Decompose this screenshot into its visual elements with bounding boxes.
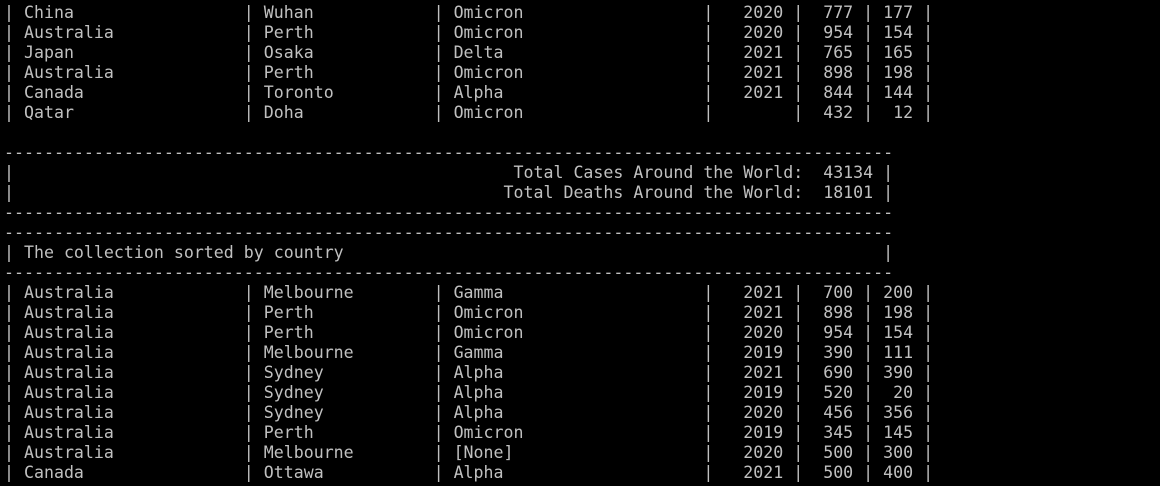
table-row: | Australia | Perth | Omicron | 2021 | 8…	[4, 303, 934, 322]
table-row: | Canada | Ottawa | Alpha | 2021 | 500 |…	[4, 463, 934, 482]
separator-line: ----------------------------------------…	[4, 143, 894, 162]
separator-line: ----------------------------------------…	[4, 223, 894, 242]
table-row: | Australia | Perth | Omicron | 2020 | 9…	[4, 323, 934, 342]
table-row: | Australia | Sydney | Alpha | 2019 | 52…	[4, 383, 934, 402]
total-cases-row: | Total Cases Around the World: 43134 |	[4, 163, 894, 182]
total-deaths-row: | Total Deaths Around the World: 18101 |	[4, 183, 894, 202]
table-row: | Australia | Melbourne | Gamma | 2021 |…	[4, 283, 934, 302]
table-row: | Australia | Sydney | Alpha | 2021 | 69…	[4, 363, 934, 382]
table-row: | Australia | Melbourne | Gamma | 2019 |…	[4, 343, 934, 362]
blank-line	[4, 123, 1160, 143]
section-heading: | The collection sorted by country |	[4, 243, 894, 262]
table-row: | Australia | Perth | Omicron | 2020 | 9…	[4, 23, 934, 42]
separator-line: ----------------------------------------…	[4, 203, 894, 222]
table-row: | Australia | Sydney | Alpha | 2020 | 45…	[4, 403, 934, 422]
terminal-window[interactable]: | China | Wuhan | Omicron | 2020 | 777 |…	[0, 0, 1160, 486]
table-row: | Canada | Toronto | Alpha | 2021 | 844 …	[4, 83, 934, 102]
table-row: | Australia | Perth | Omicron | 2019 | 3…	[4, 423, 934, 442]
table-row: | Australia | Melbourne | [None] | 2020 …	[4, 443, 934, 462]
table-row: | Japan | Osaka | Delta | 2021 | 765 | 1…	[4, 43, 934, 62]
table-row: | Australia | Perth | Omicron | 2021 | 8…	[4, 63, 934, 82]
separator-line: ----------------------------------------…	[4, 263, 894, 282]
table-row: | China | Wuhan | Omicron | 2020 | 777 |…	[4, 3, 934, 22]
table-row: | Qatar | Doha | Omicron | | 432 | 12 |	[4, 103, 934, 122]
